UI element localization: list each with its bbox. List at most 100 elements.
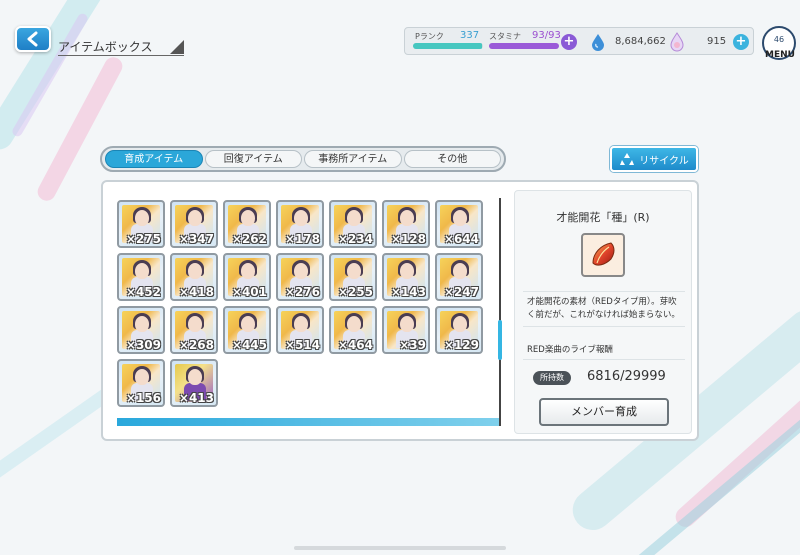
title-underline [58, 55, 184, 56]
item-slot[interactable]: ×156 [117, 359, 165, 407]
item-slot[interactable]: ×129 [435, 306, 483, 354]
item-slot[interactable]: ×413 [170, 359, 218, 407]
item-figure-face [135, 210, 149, 226]
money-value: 8,684,662 [615, 36, 666, 47]
recycle-icon [620, 153, 635, 165]
item-slot[interactable]: ×39 [382, 306, 430, 354]
item-quantity: ×255 [337, 285, 373, 299]
menu-label[interactable]: MENU [762, 50, 798, 60]
scrollbar-thumb[interactable] [498, 320, 502, 360]
item-slot[interactable]: ×445 [223, 306, 271, 354]
category-tabs: 育成アイテム 回復アイテム 事務所アイテム その他 [100, 146, 506, 172]
item-detail-icon [581, 233, 625, 277]
back-button[interactable] [15, 26, 51, 52]
owned-count-label: 所持数 [533, 371, 571, 385]
recycle-label: リサイクル [639, 155, 689, 167]
item-quantity: ×644 [443, 232, 479, 246]
item-figure-face [400, 316, 414, 332]
item-quantity: ×234 [337, 232, 373, 246]
item-figure-face [347, 316, 361, 332]
item-quantity: ×514 [284, 338, 320, 352]
item-slot[interactable]: ×247 [435, 253, 483, 301]
item-figure-face [347, 263, 361, 279]
recycle-button[interactable]: リサイクル [610, 146, 698, 172]
item-figure-face [135, 369, 149, 385]
item-quantity: ×247 [443, 285, 479, 299]
item-quantity: ×128 [390, 232, 426, 246]
item-quantity: ×452 [125, 285, 161, 299]
item-figure-face [188, 263, 202, 279]
item-description: 才能開花の素材（REDタイプ用）。芽吹く前だが、これがなければ始まらない。 [523, 291, 685, 327]
gem-icon [670, 32, 684, 52]
item-slot[interactable]: ×514 [276, 306, 324, 354]
gem-value: 915 [707, 36, 727, 47]
item-grid: ×275 ×347 ×262 ×178 ×234 ×128 ×644 ×452 ×418 ×401… [117, 200, 489, 407]
item-slot[interactable]: ×275 [117, 200, 165, 248]
item-slot[interactable]: ×276 [276, 253, 324, 301]
item-detail-pane: 才能開花「種」(R) 才能開花の素材（REDタイプ用）。芽吹く前だが、これがなけ… [514, 190, 692, 434]
add-gem-button[interactable]: + [733, 34, 749, 50]
item-figure-face [294, 316, 308, 332]
item-figure-face [453, 263, 467, 279]
item-quantity: ×129 [443, 338, 479, 352]
item-slot[interactable]: ×644 [435, 200, 483, 248]
item-figure-face [135, 263, 149, 279]
item-detail-title: 才能開花「種」(R) [556, 211, 650, 224]
item-slot[interactable]: ×347 [170, 200, 218, 248]
item-slot[interactable]: ×255 [329, 253, 377, 301]
status-bar: Pランク 337 スタミナ 93/93 + 8,684,662 915 + [404, 27, 754, 55]
item-quantity: ×401 [231, 285, 267, 299]
p-rank-value: 337 [460, 30, 480, 41]
item-panel: ×275 ×347 ×262 ×178 ×234 ×128 ×644 ×452 ×418 ×401… [101, 180, 699, 441]
member-training-button[interactable]: メンバー育成 [539, 398, 669, 426]
item-quantity: ×275 [125, 232, 161, 246]
item-slot[interactable]: ×452 [117, 253, 165, 301]
item-figure-face [400, 263, 414, 279]
item-quantity: ×418 [178, 285, 214, 299]
owned-count-value: 6816/29999 [587, 369, 666, 384]
title-corner-icon [170, 40, 184, 54]
item-quantity: ×39 [399, 338, 426, 352]
item-figure-face [188, 210, 202, 226]
stamina-value: 93/93 [532, 30, 561, 41]
p-rank-progress-bar [413, 43, 483, 49]
item-quantity: ×276 [284, 285, 320, 299]
add-stamina-button[interactable]: + [561, 34, 577, 50]
seed-icon [592, 242, 615, 266]
item-figure-face [453, 316, 467, 332]
item-slot[interactable]: ×262 [223, 200, 271, 248]
item-slot[interactable]: ×178 [276, 200, 324, 248]
item-figure-face [241, 263, 255, 279]
home-indicator [294, 546, 506, 550]
menu-badge: 46 [773, 34, 785, 44]
p-rank-label: Pランク [415, 32, 444, 41]
item-slot[interactable]: ×418 [170, 253, 218, 301]
stamina-label: スタミナ [489, 32, 521, 41]
item-figure-face [241, 316, 255, 332]
page-title: アイテムボックス [58, 40, 153, 54]
item-source: RED楽曲のライブ報酬 [523, 339, 685, 360]
item-slot[interactable]: ×128 [382, 200, 430, 248]
scrollbar-track[interactable] [499, 198, 501, 426]
tab-office-items[interactable]: 事務所アイテム [304, 150, 402, 168]
item-quantity: ×156 [125, 391, 161, 405]
item-slot[interactable]: ×268 [170, 306, 218, 354]
tab-other[interactable]: その他 [403, 150, 501, 168]
item-figure-face [135, 316, 149, 332]
item-figure-face [294, 263, 308, 279]
item-figure-face [294, 210, 308, 226]
item-figure-face [241, 210, 255, 226]
item-slot[interactable]: ×401 [223, 253, 271, 301]
chevron-left-icon [27, 31, 38, 47]
item-quantity: ×143 [390, 285, 426, 299]
item-slot[interactable]: ×234 [329, 200, 377, 248]
item-quantity: ×262 [231, 232, 267, 246]
item-slot[interactable]: ×464 [329, 306, 377, 354]
item-slot[interactable]: ×143 [382, 253, 430, 301]
item-figure-face [188, 369, 202, 385]
item-figure-face [347, 210, 361, 226]
tab-recovery-items[interactable]: 回復アイテム [204, 150, 302, 168]
section-header-strip [117, 418, 499, 426]
item-slot[interactable]: ×309 [117, 306, 165, 354]
tab-training-items[interactable]: 育成アイテム [105, 150, 203, 168]
